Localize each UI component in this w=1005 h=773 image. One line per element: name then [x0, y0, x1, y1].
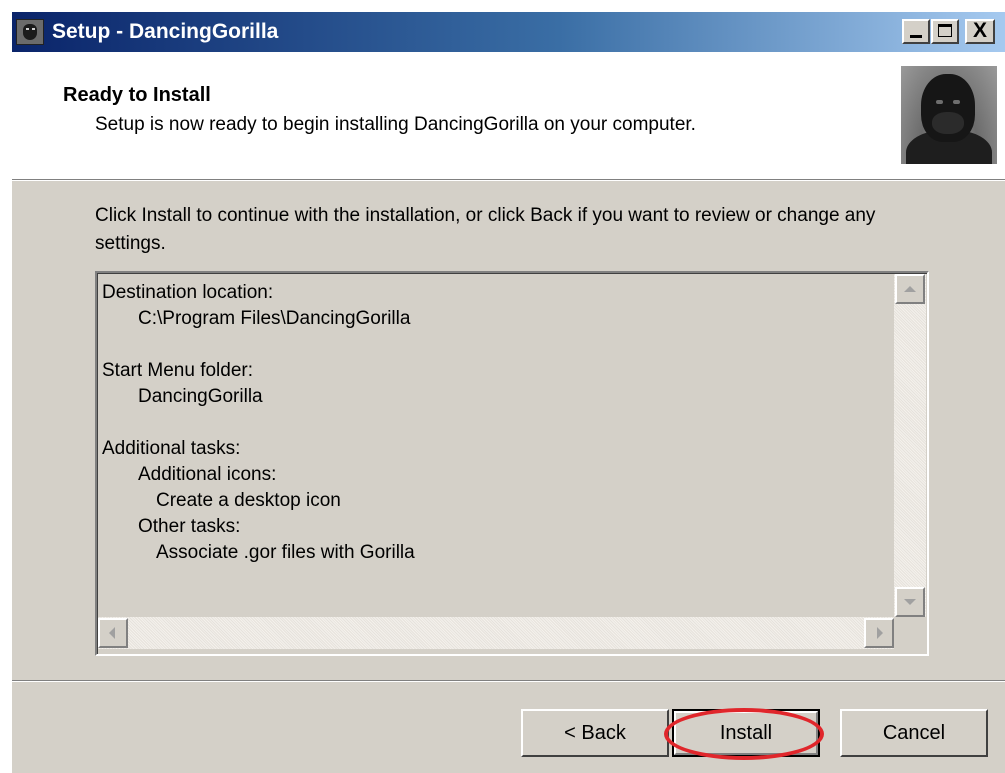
gorilla-app-icon — [16, 19, 44, 45]
maximize-icon — [938, 24, 952, 37]
summary-line: Additional tasks: — [102, 438, 241, 459]
summary-line: Destination location: — [102, 282, 274, 303]
horizontal-scrollbar[interactable] — [98, 617, 894, 649]
scroll-up-button[interactable] — [895, 274, 925, 304]
minimize-icon — [910, 35, 922, 38]
cancel-button[interactable]: Cancel — [840, 709, 988, 757]
summary-text: Destination location: C:\Program Files\D… — [102, 280, 892, 615]
page-title: Ready to Install — [63, 84, 211, 106]
close-button[interactable]: X — [965, 19, 995, 44]
back-button[interactable]: < Back — [521, 709, 669, 757]
scroll-right-button[interactable] — [864, 618, 894, 648]
scroll-left-button[interactable] — [98, 618, 128, 648]
instruction-text: Click Install to continue with the insta… — [95, 205, 876, 254]
page-subtitle: Setup is now ready to begin installing D… — [95, 114, 696, 135]
arrow-down-icon — [904, 599, 916, 605]
arrow-up-icon — [904, 286, 916, 292]
summary-line: DancingGorilla — [138, 386, 263, 407]
install-button[interactable]: Install — [672, 709, 820, 757]
summary-line: Start Menu folder: — [102, 360, 254, 381]
summary-line: C:\Program Files\DancingGorilla — [138, 308, 411, 329]
summary-line: Additional icons: — [138, 464, 277, 485]
setup-window: Setup - DancingGorilla X Ready to Instal… — [10, 10, 1005, 773]
arrow-right-icon — [877, 627, 883, 639]
scroll-down-button[interactable] — [895, 587, 925, 617]
install-button-label: Install — [719, 721, 773, 744]
arrow-left-icon — [109, 627, 115, 639]
wizard-header: Ready to Install Setup is now ready to b… — [12, 52, 1005, 179]
gorilla-wizard-image — [901, 66, 997, 164]
vertical-scrollbar[interactable] — [894, 274, 926, 617]
cancel-button-label: Cancel — [882, 721, 946, 744]
summary-line: Other tasks: — [138, 516, 241, 537]
back-button-label: < Back — [564, 721, 626, 744]
window-title: Setup - DancingGorilla — [52, 20, 279, 43]
header-divider — [12, 179, 1005, 181]
title-bar[interactable]: Setup - DancingGorilla X — [12, 12, 1005, 52]
minimize-button[interactable] — [902, 19, 930, 44]
summary-line: Associate .gor files with Gorilla — [156, 542, 415, 563]
maximize-button[interactable] — [931, 19, 959, 44]
footer-divider — [12, 680, 1005, 682]
close-icon: X — [972, 19, 987, 42]
summary-line: Create a desktop icon — [156, 490, 341, 511]
scrollbar-corner — [894, 617, 926, 649]
ready-summary-memo[interactable]: Destination location: C:\Program Files\D… — [95, 271, 929, 656]
